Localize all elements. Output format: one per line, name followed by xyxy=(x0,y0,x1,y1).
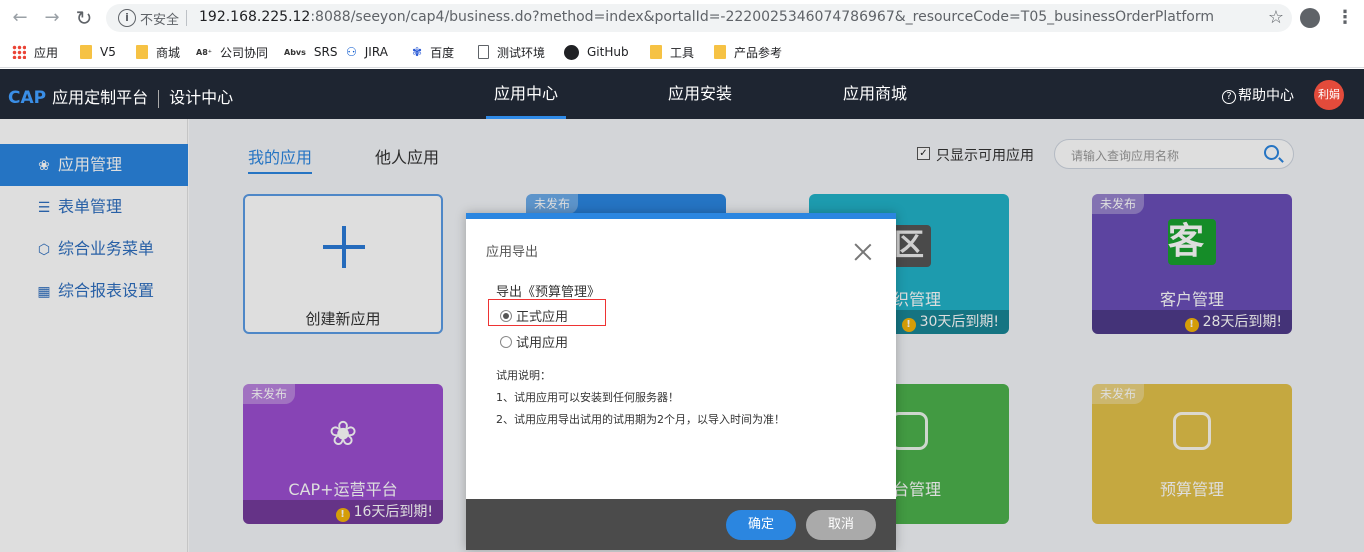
back-icon[interactable]: ← xyxy=(8,6,32,30)
note-line: 2、试用应用导出试用的试用期为2个月，以导入时间为准！ xyxy=(496,413,785,426)
dialog-heading: 导出《预算管理》 xyxy=(496,285,601,300)
dialog-footer: 确定 取消 xyxy=(466,499,896,550)
baidu-icon: ✾ xyxy=(412,45,423,59)
browser-toolbar: ← → ↻ i 不安全 192.168.225.12:8088/seeyon/c… xyxy=(0,0,1364,36)
forward-icon[interactable]: → xyxy=(40,6,64,30)
nav-app-store[interactable]: 应用商城 xyxy=(835,69,915,119)
menu-icon[interactable]: ⋮ xyxy=(1336,7,1354,29)
bookmark-baidu[interactable]: ✾ 百度 xyxy=(412,42,454,62)
bookmark-apps[interactable]: 应用 xyxy=(12,42,58,62)
document-icon xyxy=(478,45,489,59)
apps-icon xyxy=(12,45,26,59)
bookmark-label: 商城 xyxy=(156,45,181,60)
divider xyxy=(158,89,160,108)
bookmark-jira[interactable]: ⚇ JIRA xyxy=(346,42,388,62)
divider xyxy=(186,10,187,26)
bookmark-v5[interactable]: V5 xyxy=(80,42,116,62)
bookmark-label: JIRA xyxy=(364,45,388,59)
avatar[interactable]: 利娟 xyxy=(1314,80,1344,110)
bookmark-label: 工具 xyxy=(670,45,695,60)
help-center-link[interactable]: ? 帮助中心 xyxy=(1222,85,1294,105)
dialog-title: 应用导出 xyxy=(486,245,539,260)
a8-icon: A8⁺ xyxy=(196,47,212,57)
info-icon[interactable]: i xyxy=(118,9,136,27)
question-icon: ? xyxy=(1222,90,1236,104)
export-dialog: 应用导出 导出《预算管理》 正式应用 试用应用 试用说明： 1、试用应用可以安装… xyxy=(466,213,896,550)
account-icon[interactable] xyxy=(1300,8,1320,28)
bookmarks-bar: 应用 V5 商城 A8⁺ 公司协同 Abvs SRS ⚇ JIRA ✾ 百度 测试环境 … xyxy=(0,36,1364,68)
star-icon[interactable]: ☆ xyxy=(1268,7,1284,28)
radio-icon[interactable] xyxy=(500,336,512,348)
bookmark-label: 产品参考 xyxy=(734,45,783,60)
srs-icon: Abvs xyxy=(284,47,306,57)
bookmark-label: 百度 xyxy=(430,45,455,60)
bookmark-tools[interactable]: 工具 xyxy=(650,42,694,62)
brand-name: 应用定制平台 xyxy=(52,88,149,107)
confirm-button[interactable]: 确定 xyxy=(726,510,796,540)
folder-icon xyxy=(136,45,148,59)
bookmark-collab[interactable]: A8⁺ 公司协同 xyxy=(196,42,268,62)
option-label: 试用应用 xyxy=(516,336,569,351)
bookmark-srs[interactable]: Abvs SRS xyxy=(284,42,337,62)
bookmark-github[interactable]: GitHub xyxy=(564,42,629,62)
bookmark-label: SRS xyxy=(313,45,338,59)
jira-icon: ⚇ xyxy=(346,45,357,59)
github-icon xyxy=(564,44,579,60)
folder-icon xyxy=(80,45,92,59)
option-formal[interactable]: 正式应用 xyxy=(500,306,568,325)
folder-icon xyxy=(650,45,662,59)
cancel-button[interactable]: 取消 xyxy=(806,510,876,540)
insecure-label: 不安全 xyxy=(140,13,180,28)
folder-icon xyxy=(714,45,726,59)
option-trial[interactable]: 试用应用 xyxy=(500,332,568,351)
brand-logo: CAP xyxy=(8,88,47,108)
radio-icon[interactable] xyxy=(500,310,512,322)
help-label: 帮助中心 xyxy=(1238,88,1294,104)
brand: CAP 应用定制平台 设计中心 xyxy=(8,84,233,108)
bookmark-label: GitHub xyxy=(587,45,629,59)
bookmark-product[interactable]: 产品参考 xyxy=(714,42,782,62)
bookmark-testenv[interactable]: 测试环境 xyxy=(478,42,545,62)
nav-app-install[interactable]: 应用安装 xyxy=(660,69,740,119)
brand-sub[interactable]: 设计中心 xyxy=(169,88,233,107)
bookmark-label: 测试环境 xyxy=(497,45,546,60)
bookmark-label: V5 xyxy=(100,45,116,59)
url-path: :8088/seeyon/cap4/business.do?method=ind… xyxy=(310,9,1214,25)
url-text[interactable]: 192.168.225.12:8088/seeyon/cap4/business… xyxy=(199,9,1214,25)
url-host: 192.168.225.12 xyxy=(199,9,311,25)
bookmark-label: 应用 xyxy=(34,45,59,60)
bookmark-label: 公司协同 xyxy=(219,45,268,60)
note-title: 试用说明： xyxy=(496,369,551,382)
bookmark-mall[interactable]: 商城 xyxy=(136,42,180,62)
option-label: 正式应用 xyxy=(516,310,569,325)
app-header: CAP 应用定制平台 设计中心 应用中心 应用安装 应用商城 ? 帮助中心 xyxy=(0,69,1364,119)
note-line: 1、试用应用可以安装到任何服务器！ xyxy=(496,391,679,404)
nav-app-center[interactable]: 应用中心 xyxy=(486,69,566,119)
close-icon[interactable] xyxy=(854,243,872,261)
reload-icon[interactable]: ↻ xyxy=(72,6,96,30)
address-bar[interactable]: i 不安全 192.168.225.12:8088/seeyon/cap4/bu… xyxy=(106,4,1292,32)
